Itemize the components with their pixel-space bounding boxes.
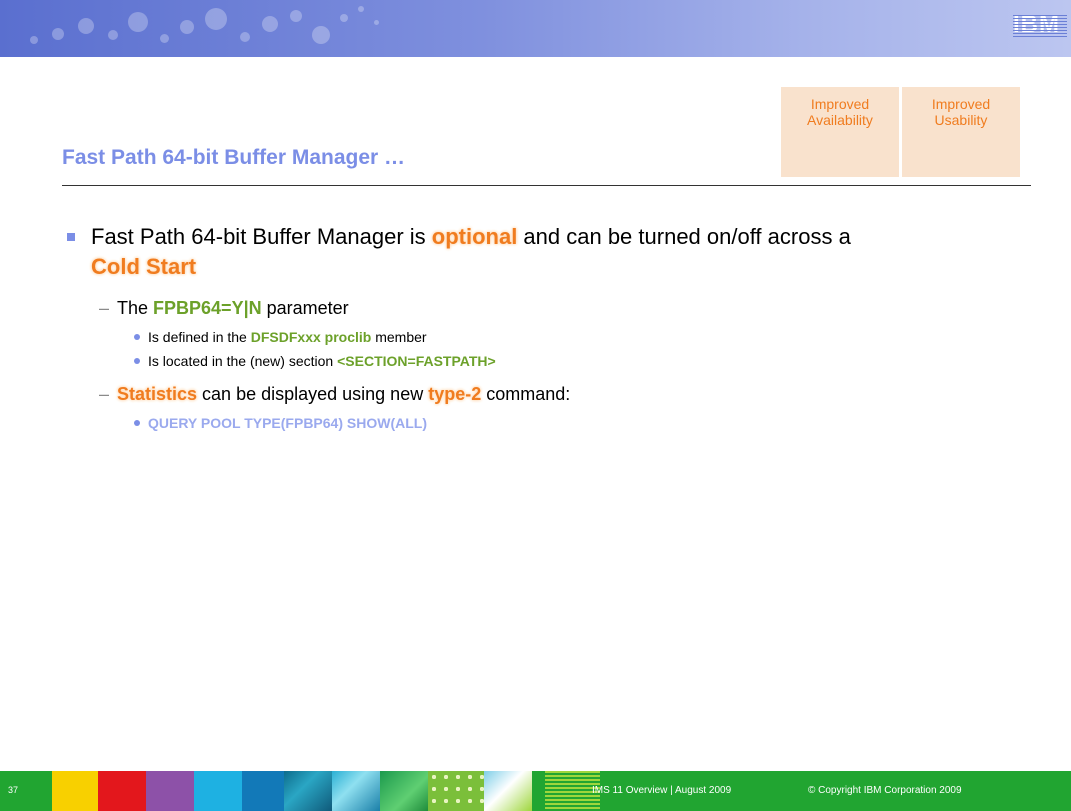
slide: IBM Improved Availability Improved Usabi… <box>0 0 1071 811</box>
highlight-optional: optional <box>431 224 518 249</box>
bullet-level1: Fast Path 64-bit Buffer Manager is optio… <box>67 222 1027 282</box>
decorative-dots <box>0 0 420 57</box>
footer-copyright: © Copyright IBM Corporation 2009 <box>808 785 962 796</box>
highlight-type2: type-2 <box>428 384 482 404</box>
page-number: 37 <box>8 785 19 795</box>
highlight-cold-start: Cold Start <box>91 254 197 279</box>
square-bullet-icon <box>67 233 75 241</box>
footer-color-block <box>52 771 98 811</box>
header-banner: IBM <box>0 0 1071 57</box>
bullet-text: Fast Path 64-bit Buffer Manager is <box>91 224 432 249</box>
bullet-text: command: <box>481 384 571 404</box>
bullet-text: parameter <box>261 298 349 318</box>
dash-bullet-icon: – <box>99 298 110 318</box>
bullet-text: can be displayed using new <box>197 384 429 404</box>
bullet-text: member <box>371 329 427 345</box>
tag-line2: Usability <box>934 112 988 128</box>
tag-line2: Availability <box>807 112 873 128</box>
bullet-level3: Is defined in the DFSDFxxx proclib membe… <box>134 329 427 345</box>
round-bullet-icon <box>134 358 140 364</box>
bullet-level3: Is located in the (new) section <SECTION… <box>134 353 496 369</box>
footer-image-block <box>284 771 332 811</box>
footer-image-block <box>380 771 428 811</box>
footer-image-block <box>484 771 532 811</box>
highlight-section: <SECTION=FASTPATH> <box>337 353 496 369</box>
tag-improved-availability: Improved Availability <box>781 87 899 177</box>
bullet-level2: – Statistics can be displayed using new … <box>99 384 570 405</box>
round-bullet-icon <box>134 420 140 426</box>
bullet-text: and can be turned on/off across a <box>517 224 851 249</box>
footer-color-block <box>194 771 242 811</box>
footer-bar: 37 IMS 11 Overview | August 2009 © Copyr… <box>0 771 1071 811</box>
dash-bullet-icon: – <box>99 384 110 404</box>
tag-improved-usability: Improved Usability <box>902 87 1020 177</box>
ibm-logo: IBM <box>1013 13 1067 37</box>
round-bullet-icon <box>134 334 140 340</box>
highlight-proclib: DFSDFxxx proclib <box>250 329 372 345</box>
bullet-level3: QUERY POOL TYPE(FPBP64) SHOW(ALL) <box>134 415 427 431</box>
footer-color-block <box>146 771 194 811</box>
bullet-level2: – The FPBP64=Y|N parameter <box>99 298 349 319</box>
bullet-text: Is located in the (new) section <box>148 353 338 369</box>
footer-image-block <box>428 771 484 811</box>
footer-color-block <box>242 771 284 811</box>
footer-doc-info: IMS 11 Overview | August 2009 <box>592 785 732 796</box>
title-divider <box>62 185 1031 186</box>
highlight-statistics: Statistics <box>117 384 198 404</box>
highlight-parameter: FPBP64=Y|N <box>153 298 262 318</box>
footer-color-block <box>98 771 146 811</box>
slide-title: Fast Path 64-bit Buffer Manager … <box>62 146 406 169</box>
bullet-text: Is defined in the <box>148 329 251 345</box>
footer-image-block <box>332 771 380 811</box>
command-text: QUERY POOL TYPE(FPBP64) SHOW(ALL) <box>148 415 427 431</box>
bullet-text: The <box>117 298 154 318</box>
